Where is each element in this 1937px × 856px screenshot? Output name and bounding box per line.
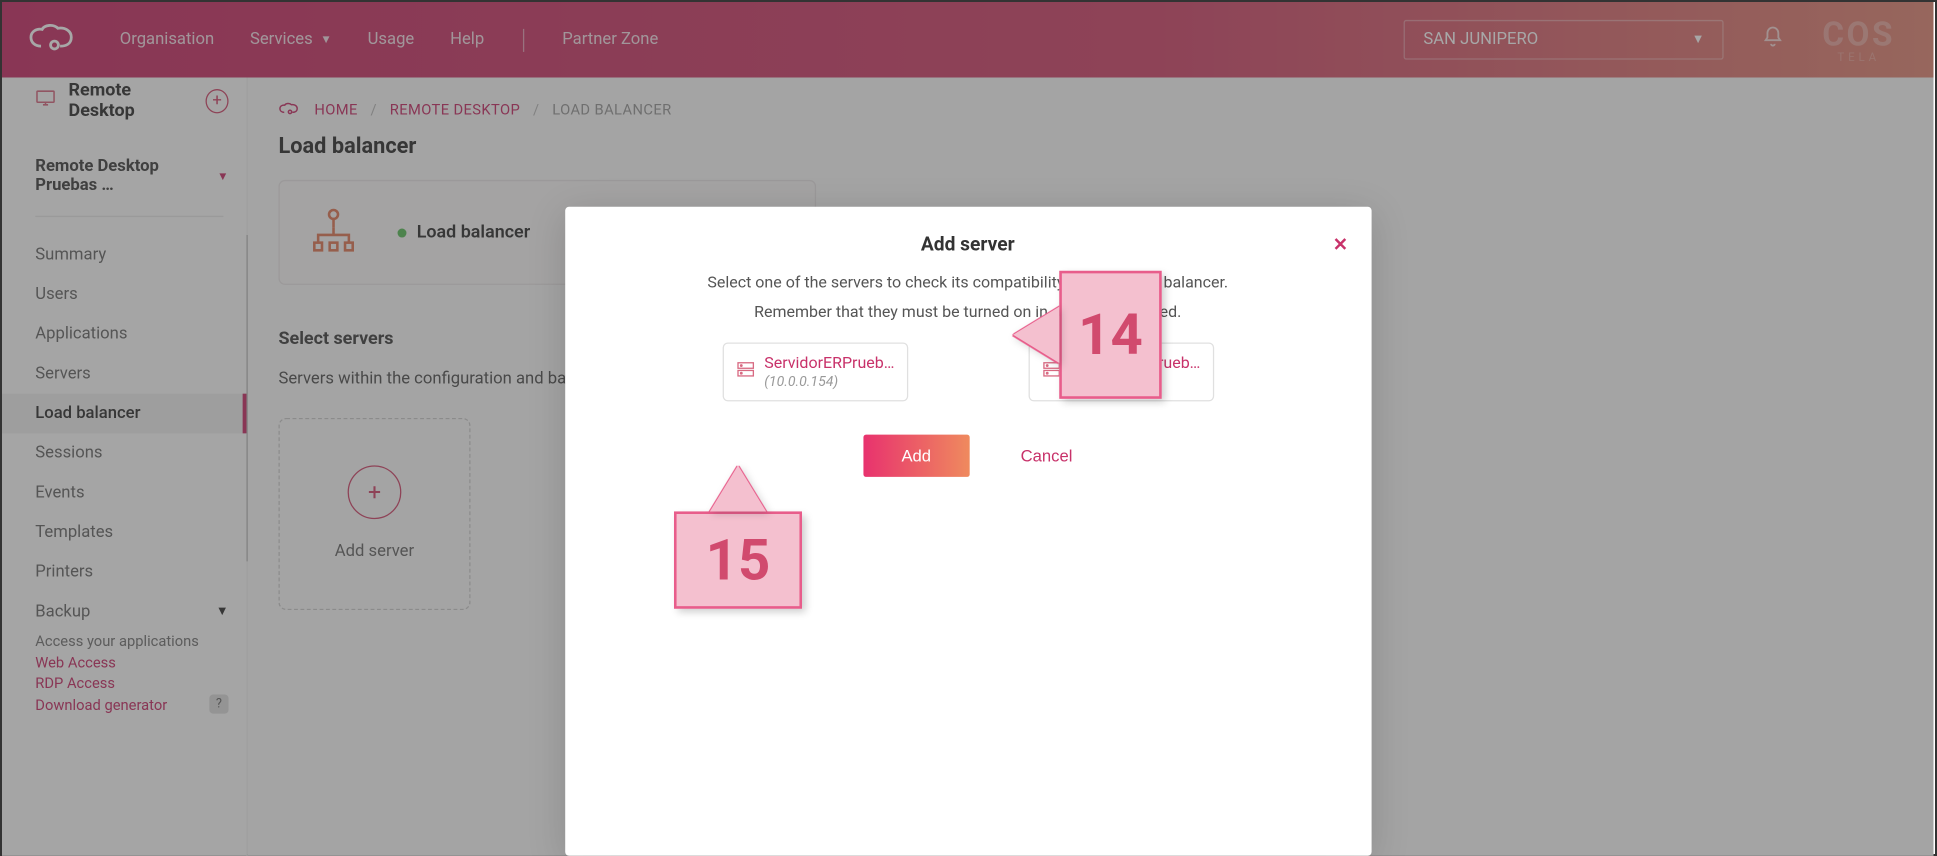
- modal-subtitle-2: Remember that they must be turned on in …: [595, 303, 1340, 322]
- modal-subtitle-1: Select one of the servers to check its c…: [595, 273, 1340, 292]
- server-option-2[interactable]: ServidorERPruebasNa… (10.0.0.68): [1028, 342, 1214, 401]
- close-icon[interactable]: ✕: [1333, 235, 1348, 255]
- modal-overlay: ✕ Add server Select one of the servers t…: [2, 2, 1934, 856]
- add-button[interactable]: Add: [863, 435, 969, 477]
- server-option-1[interactable]: ServidorERPruebasNa… (10.0.0.154): [722, 342, 908, 401]
- server-icon: [736, 358, 754, 382]
- server-options: ServidorERPruebasNa… (10.0.0.154) Servid…: [595, 342, 1340, 401]
- add-server-modal: ✕ Add server Select one of the servers t…: [565, 207, 1371, 856]
- server-ip: (10.0.0.154): [764, 373, 902, 390]
- cancel-button[interactable]: Cancel: [1021, 446, 1073, 465]
- server-name: ServidorERPruebasNa…: [1070, 354, 1208, 373]
- server-icon: [1042, 358, 1060, 382]
- modal-title: Add server: [595, 232, 1340, 255]
- modal-actions: Add Cancel: [595, 435, 1340, 477]
- server-name: ServidorERPruebasNa…: [764, 354, 902, 373]
- server-ip: (10.0.0.68): [1070, 373, 1208, 390]
